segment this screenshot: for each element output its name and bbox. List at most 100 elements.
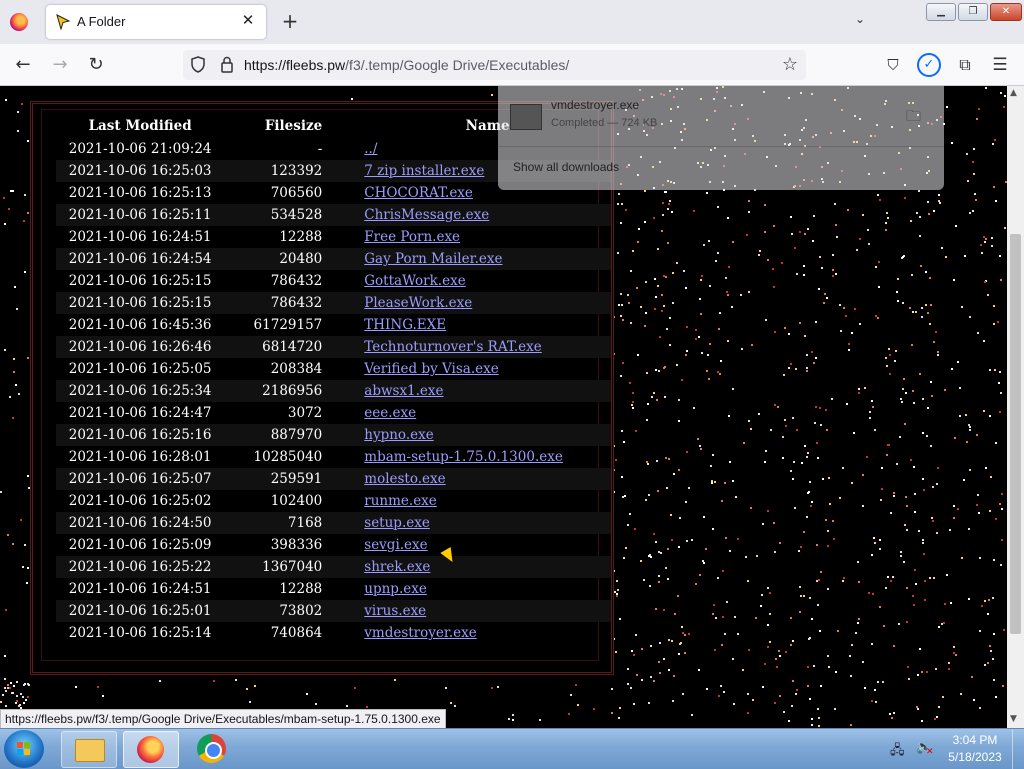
file-link[interactable]: molesto.exe [364,471,445,487]
noise-speck [919,648,922,651]
new-tab-button[interactable]: + [280,9,300,33]
noise-speck [849,654,852,657]
browser-tab[interactable]: A Folder ✕ [46,5,266,39]
taskbar-firefox[interactable] [123,731,179,768]
pocket-icon[interactable]: ⛉ [882,54,904,76]
noise-speck [748,211,751,214]
header-last-modified[interactable]: Last Modified [56,114,224,138]
noise-speck [688,633,691,636]
noise-speck [629,687,632,690]
show-desktop-button[interactable] [1012,729,1024,769]
tab-close-icon[interactable]: ✕ [238,11,258,29]
scroll-up-arrow-icon[interactable]: ▲ [1010,88,1017,98]
back-icon[interactable]: ← [12,54,34,76]
firefox-icon [10,13,28,31]
window-close-button[interactable]: ✕ [990,3,1022,21]
noise-speck [842,576,845,579]
file-link[interactable]: abwsx1.exe [364,383,443,399]
noise-speck [13,286,16,289]
file-link[interactable]: PleaseWork.exe [364,295,472,311]
url-bar[interactable]: https://fleebs.pw/f3/.temp/Google Drive/… [183,50,806,80]
file-link[interactable]: runme.exe [364,493,437,509]
noise-speck [972,172,975,175]
file-link[interactable]: Verified by Visa.exe [364,361,498,377]
file-link[interactable]: sevgi.exe [364,537,427,553]
noise-speck [885,356,888,359]
noise-speck [799,585,802,588]
noise-speck [1000,538,1003,541]
cell-filesize: 786432 [224,292,338,314]
file-link[interactable]: GottaWork.exe [364,273,465,289]
taskbar-chrome[interactable] [185,731,239,766]
file-link[interactable]: hypno.exe [364,427,433,443]
noise-speck [491,686,494,689]
file-link[interactable]: 7 zip installer.exe [364,163,484,179]
file-link[interactable]: Technoturnover's RAT.exe [364,339,542,355]
noise-speck [17,130,20,133]
file-link[interactable]: setup.exe [364,515,430,531]
noise-speck [935,330,938,333]
noise-speck [773,224,776,227]
shield-icon[interactable] [191,56,205,73]
noise-speck [765,318,768,321]
file-link[interactable]: shrek.exe [364,559,430,575]
file-link[interactable]: Free Porn.exe [364,229,460,245]
file-link[interactable]: virus.exe [364,603,426,619]
menu-icon[interactable]: ☰ [989,54,1011,76]
network-icon[interactable]: 🖧 [890,741,905,763]
url-text[interactable]: https://fleebs.pw/f3/.temp/Google Drive/… [244,57,569,73]
noise-speck [803,273,806,276]
file-link[interactable]: CHOCORAT.exe [364,185,473,201]
file-link[interactable]: vmdestroyer.exe [364,625,476,641]
noise-speck [882,680,885,683]
lock-icon[interactable] [220,56,234,73]
taskbar-explorer[interactable] [61,731,117,768]
noise-speck [668,203,671,206]
scroll-down-arrow-icon[interactable]: ▼ [1010,714,1017,724]
vertical-scrollbar[interactable]: ▲ ▼ [1007,86,1024,728]
noise-speck [943,621,946,624]
window-maximize-button[interactable]: ❐ [958,3,988,21]
open-folder-icon[interactable]: 🗀 [906,106,921,131]
noise-speck [653,532,656,535]
forward-icon[interactable]: → [49,54,71,76]
file-link[interactable]: ../ [364,141,377,157]
noise-speck [784,424,787,427]
file-link[interactable]: ChrisMessage.exe [364,207,489,223]
show-all-downloads-button[interactable]: Show all downloads [513,160,619,174]
cell-name: shrek.exe [337,556,611,578]
header-filesize[interactable]: Filesize [224,114,337,138]
download-icon[interactable]: ✓ [917,53,941,77]
bookmark-star-icon[interactable]: ☆ [782,54,798,75]
clock-time[interactable]: 3:04 PM [940,733,1010,747]
noise-speck [767,510,770,513]
noise-speck [719,684,722,687]
clock-date[interactable]: 5/18/2023 [940,750,1010,764]
noise-speck [657,661,660,664]
noise-speck [490,93,493,96]
noise-speck [889,353,892,356]
tab-bar: A Folder ✕ + ⌄ ▁ ❐ ✕ [0,0,1024,44]
file-link[interactable]: THING.EXE [364,317,446,333]
noise-speck [727,339,730,342]
scroll-thumb[interactable] [1010,234,1021,634]
tab-list-chevron-icon[interactable]: ⌄ [855,12,865,26]
noise-speck [698,335,701,338]
extensions-icon[interactable]: ⧉ [954,54,976,76]
file-link[interactable]: mbam-setup-1.75.0.1300.exe [364,449,563,465]
cell-last-modified: 2021-10-06 16:25:11 [56,204,225,226]
window-minimize-button[interactable]: ▁ [926,3,956,21]
noise-speck [857,391,860,394]
noise-speck [643,324,646,327]
file-link[interactable]: Gay Porn Mailer.exe [364,251,502,267]
download-file-name[interactable]: vmdestroyer.exe [551,98,639,112]
noise-speck [650,675,653,678]
file-link[interactable]: upnp.exe [364,581,427,597]
cell-name: mbam-setup-1.75.0.1300.exe [337,446,611,468]
reload-icon[interactable]: ↻ [85,54,107,76]
noise-speck [829,503,832,506]
file-link[interactable]: eee.exe [364,405,416,421]
start-button[interactable] [4,730,44,768]
noise-speck [850,644,853,647]
noise-speck [809,637,812,639]
